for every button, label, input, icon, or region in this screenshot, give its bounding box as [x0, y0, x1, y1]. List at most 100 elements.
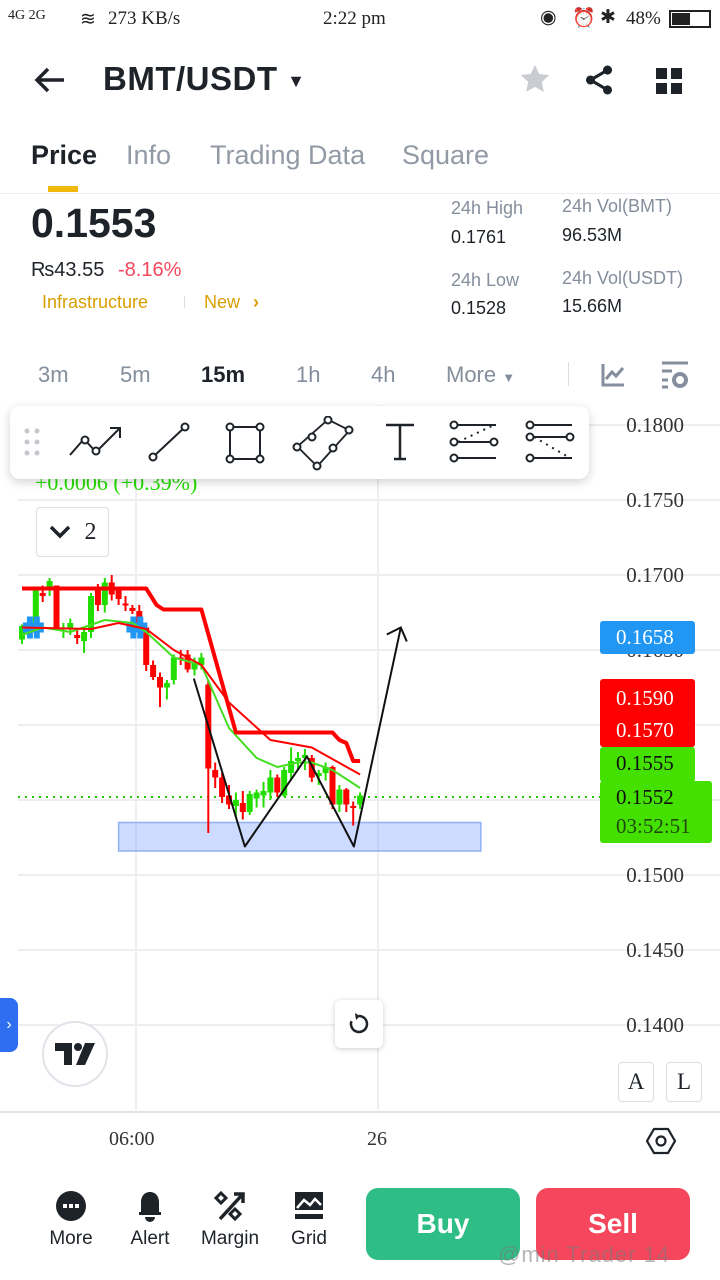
more-label: More — [446, 362, 497, 387]
tag-infrastructure[interactable]: Infrastructure — [42, 292, 148, 313]
reset-chart-button[interactable] — [335, 1000, 383, 1048]
nav-more-label: More — [49, 1228, 93, 1249]
tab-info[interactable]: Info — [126, 140, 171, 171]
timeframe-3m[interactable]: 3m — [38, 362, 69, 388]
timeframe-more[interactable]: More ▼ — [446, 362, 515, 388]
chart-settings-button[interactable] — [660, 360, 690, 395]
divider — [568, 362, 569, 386]
tab-trading-data[interactable]: Trading Data — [210, 140, 365, 171]
back-button[interactable] — [32, 62, 68, 103]
candle-body — [170, 657, 177, 680]
candle-body — [94, 590, 101, 605]
trend-arrow-tool-icon[interactable] — [68, 422, 126, 462]
candle-body — [239, 803, 246, 812]
indicator-count: 2 — [84, 518, 97, 545]
star-icon — [520, 64, 550, 92]
timeframe-5m[interactable]: 5m — [120, 362, 151, 388]
time-tick: 06:00 — [109, 1128, 155, 1150]
y-axis-tick: 0.1800 — [626, 413, 684, 437]
drawing-toolbar — [10, 406, 589, 479]
margin-percent-icon — [214, 1190, 245, 1222]
chart-indicator-icon — [601, 364, 625, 387]
signal-icon: 4G 2G — [8, 8, 46, 23]
trend-line-tool-icon[interactable] — [146, 420, 194, 464]
refresh-icon — [349, 1013, 369, 1034]
drag-handle-icon[interactable] — [24, 428, 40, 458]
rectangle-tool-icon[interactable] — [222, 420, 270, 464]
tag-new[interactable]: New › — [204, 292, 259, 313]
nav-margin[interactable]: Margin — [195, 1190, 265, 1250]
parallel-channel-tool-icon[interactable] — [292, 416, 354, 472]
favorite-button[interactable] — [518, 62, 552, 101]
candle-body — [246, 794, 253, 812]
candle-body — [39, 593, 46, 596]
clock: 2:22 pm — [323, 8, 386, 29]
timeframe-4h[interactable]: 4h — [371, 362, 395, 388]
nav-more[interactable]: More — [36, 1190, 106, 1250]
share-button[interactable] — [582, 63, 616, 102]
vol-quote-label: 24h Vol(USDT) — [562, 268, 684, 288]
candle-body — [329, 767, 336, 805]
indicators-button[interactable] — [600, 362, 626, 393]
status-bar: 4G 2G ≋ 273 KB/s 2:22 pm ◉ ⏰ ✱ 48% — [0, 0, 720, 40]
grid-bot-icon — [295, 1192, 323, 1219]
caret-down-icon: ▼ — [287, 70, 306, 91]
divider — [0, 193, 720, 194]
pair-selector[interactable]: BMT/USDT ▼ — [103, 60, 305, 98]
price-label-green: 0.1555 — [600, 747, 695, 782]
candle-body — [295, 758, 301, 761]
candle-body — [274, 777, 281, 793]
nav-grid[interactable]: Grid — [274, 1190, 344, 1250]
fib-retracement-tool-icon[interactable] — [448, 420, 500, 464]
candle-body — [88, 596, 94, 632]
fib-extension-tool-icon[interactable] — [524, 420, 576, 464]
candle-body — [81, 632, 88, 641]
auto-scale-button[interactable]: A — [618, 1062, 654, 1102]
side-panel-toggle[interactable]: › — [0, 998, 18, 1052]
y-axis-tick: 0.1400 — [626, 1013, 684, 1037]
candle-body — [343, 789, 350, 805]
drawing-arrow-head — [386, 626, 408, 642]
candle-body — [267, 777, 274, 793]
nav-alert-label: Alert — [130, 1228, 170, 1249]
support-zone-rectangle — [117, 821, 482, 852]
price-label-blue: 0.1658 — [600, 621, 695, 654]
share-icon — [585, 65, 613, 95]
chart-settings-hex-button[interactable] — [645, 1126, 677, 1161]
band-upper-line — [22, 586, 361, 763]
vol-base-value: 96.53M — [562, 225, 623, 245]
last-price-label: 0.1552 03:52:51 — [600, 781, 712, 843]
buy-button[interactable]: Buy — [366, 1188, 520, 1260]
candle-body — [115, 590, 122, 599]
nav-grid-label: Grid — [291, 1228, 327, 1249]
wifi-icon: ≋ — [80, 9, 96, 30]
network-speed: 273 KB/s — [108, 8, 181, 29]
candle-body — [260, 791, 267, 796]
log-scale-button[interactable]: L — [666, 1062, 702, 1102]
chevron-right-icon: › — [6, 1016, 12, 1033]
layout-button[interactable] — [655, 67, 683, 100]
candle-body — [157, 677, 163, 688]
tab-price[interactable]: Price — [31, 140, 97, 171]
pair-title: BMT/USDT — [103, 60, 278, 97]
candle-body — [212, 770, 219, 778]
timeframe-1h[interactable]: 1h — [296, 362, 320, 388]
low-value: 0.1528 — [451, 298, 507, 318]
tab-square[interactable]: Square — [402, 140, 489, 171]
nav-alert[interactable]: Alert — [115, 1190, 185, 1250]
candle-body — [253, 792, 260, 799]
last-price-value: 0.1552 — [616, 785, 674, 809]
price-label-band: 0.1590 0.1570 — [600, 679, 695, 747]
caret-down-icon: ▼ — [502, 370, 516, 385]
candle-body — [232, 800, 239, 806]
more-dots-icon — [56, 1191, 86, 1221]
tag-new-label: New — [204, 292, 241, 312]
tradingview-logo[interactable] — [42, 1021, 108, 1087]
rotation-lock-icon: ◉ — [540, 7, 557, 28]
watermark: @min Trader 14 — [498, 1242, 671, 1267]
text-tool-icon[interactable] — [382, 422, 418, 462]
timeframe-15m[interactable]: 15m — [201, 362, 245, 388]
candle-body — [67, 623, 74, 628]
high-label: 24h High — [451, 198, 524, 218]
indicators-collapse-button[interactable]: 2 — [36, 507, 109, 557]
